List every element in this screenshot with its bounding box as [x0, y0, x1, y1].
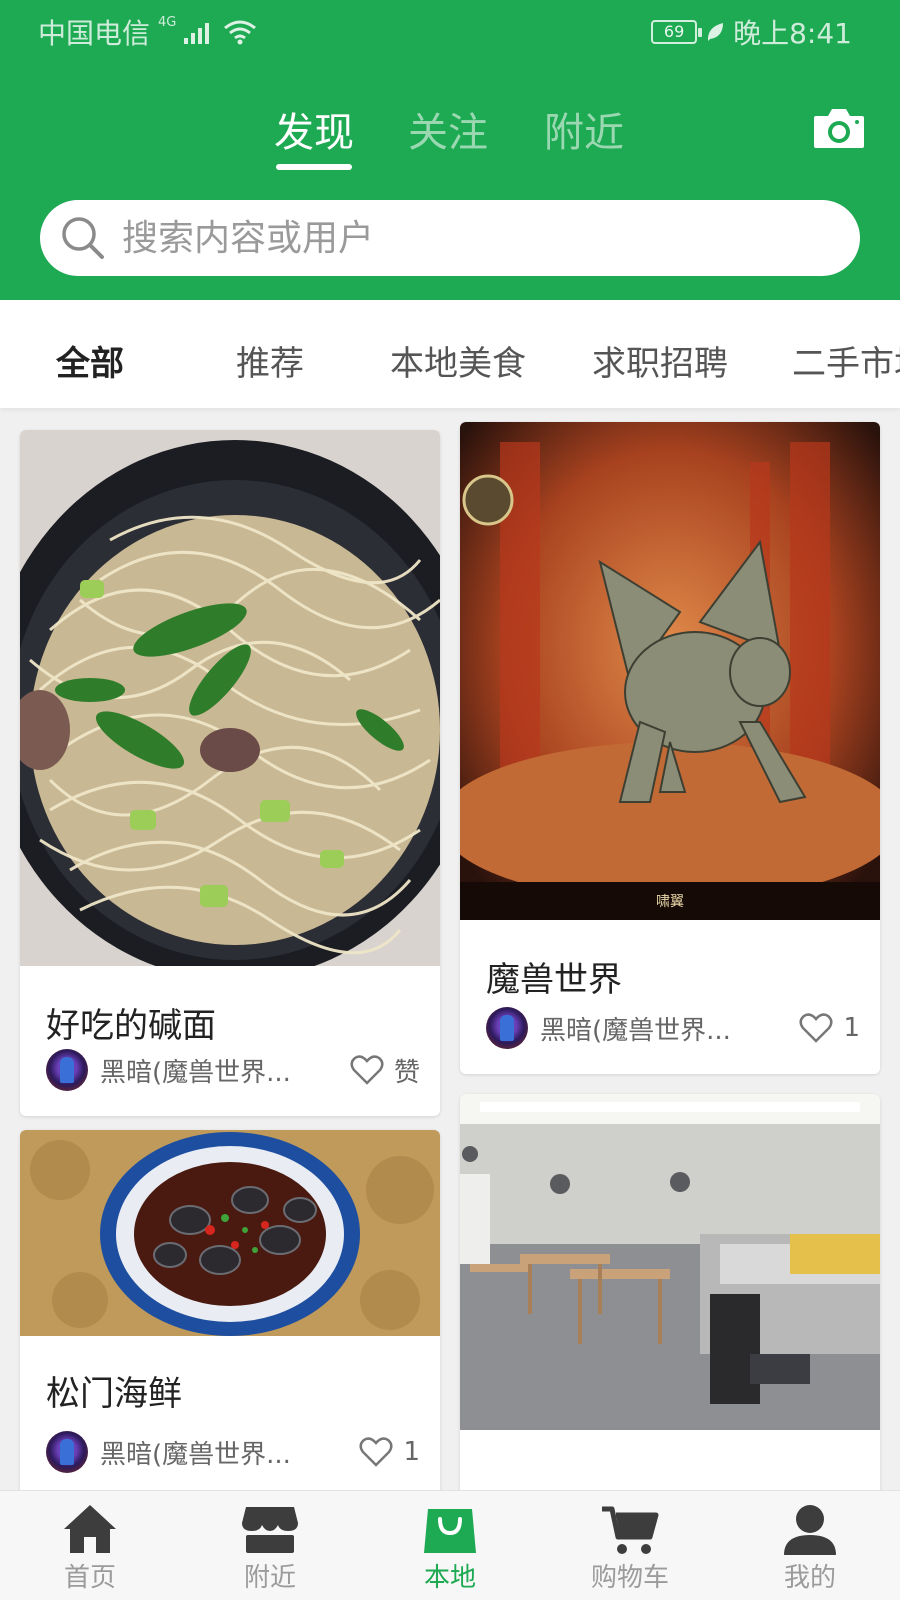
post-meta: 黑暗(魔兽世界... 1: [486, 1006, 860, 1050]
post-image-restaurant: [460, 1094, 880, 1430]
search-icon: [62, 217, 104, 259]
wifi-icon: [224, 20, 257, 45]
nav-cart[interactable]: 购物车: [540, 1491, 720, 1600]
post-author[interactable]: 黑暗(魔兽世界...: [100, 1052, 310, 1089]
avatar[interactable]: [46, 1431, 88, 1473]
nav-nearby[interactable]: 附近: [180, 1491, 360, 1600]
nav-label: 首页: [63, 1563, 116, 1593]
nav-home[interactable]: 首页: [0, 1491, 180, 1600]
category-bar: 全部 推荐 本地美食 求职招聘 二手市场: [0, 300, 900, 408]
bottom-nav: 首页 附近 本地 购物车 我的: [0, 1490, 900, 1600]
category-all[interactable]: 全部: [56, 336, 124, 385]
nav-label: 本地: [423, 1563, 476, 1593]
category-second-hand[interactable]: 二手市场: [792, 336, 900, 385]
search-bar[interactable]: [40, 200, 860, 276]
user-icon: [784, 1505, 836, 1555]
avatar[interactable]: [46, 1049, 88, 1091]
leaf-icon: [708, 23, 724, 41]
post-title: 好吃的碱面: [46, 1006, 216, 1046]
category-local-food[interactable]: 本地美食: [390, 336, 526, 385]
post-author[interactable]: 黑暗(魔兽世界...: [540, 1010, 750, 1047]
top-tabs: 发现 关注 附近: [0, 100, 900, 180]
shopping-bag-icon: [424, 1509, 476, 1553]
post-image-seafood: [20, 1130, 440, 1336]
feed: 好吃的碱面 黑暗(魔兽世界... 赞 啸翼 魔兽世界 黑暗(魔兽世界... 1 …: [0, 408, 900, 1490]
image-caption: 啸翼: [656, 894, 684, 910]
post-author[interactable]: 黑暗(魔兽世界...: [100, 1434, 310, 1471]
nav-profile[interactable]: 我的: [720, 1491, 900, 1600]
post-meta: 黑暗(魔兽世界... 赞: [46, 1048, 420, 1092]
like-button[interactable]: 赞: [350, 1052, 420, 1089]
status-left: 中国电信 4G: [38, 12, 257, 52]
post-title: 魔兽世界: [486, 960, 622, 1000]
clock: 晚上8:41: [733, 17, 852, 50]
category-jobs[interactable]: 求职招聘: [592, 336, 728, 385]
status-right: 69 晚上8:41: [651, 12, 852, 52]
heart-icon: [359, 1437, 393, 1467]
post-card[interactable]: 好吃的碱面 黑暗(魔兽世界... 赞: [20, 430, 440, 1116]
home-icon: [64, 1505, 116, 1553]
post-meta: 黑暗(魔兽世界... 1: [46, 1430, 420, 1474]
tab-discover[interactable]: 发现: [274, 100, 354, 170]
post-card[interactable]: 啸翼 魔兽世界 黑暗(魔兽世界... 1: [460, 422, 880, 1074]
nav-label: 附近: [243, 1563, 296, 1593]
post-card[interactable]: [460, 1094, 880, 1490]
store-icon: [242, 1507, 298, 1553]
network-type: 4G: [158, 14, 177, 30]
nav-label: 我的: [783, 1563, 836, 1593]
category-recommend[interactable]: 推荐: [236, 336, 304, 385]
camera-icon[interactable]: [812, 104, 866, 152]
tab-nearby[interactable]: 附近: [544, 100, 624, 158]
avatar[interactable]: [486, 1007, 528, 1049]
like-count: 1: [843, 1013, 860, 1043]
signal-icon: [184, 20, 210, 44]
post-image-noodles: [20, 430, 440, 966]
search-input[interactable]: [122, 217, 762, 259]
cart-icon: [602, 1506, 659, 1554]
nav-local[interactable]: 本地: [360, 1491, 540, 1600]
heart-icon: [350, 1055, 384, 1085]
like-button[interactable]: 1: [359, 1437, 420, 1467]
tab-follow[interactable]: 关注: [408, 100, 488, 158]
carrier-label: 中国电信: [38, 17, 151, 50]
post-image-dragon: 啸翼: [460, 422, 880, 920]
post-title: 松门海鲜: [46, 1374, 182, 1414]
post-card[interactable]: 松门海鲜 黑暗(魔兽世界... 1: [20, 1130, 440, 1490]
battery-icon: 69: [651, 20, 703, 44]
nav-label: 购物车: [590, 1563, 669, 1593]
app-header: 中国电信 4G 69 晚上8:41 发现 关注 附近: [0, 0, 900, 300]
like-count: 赞: [393, 1057, 420, 1088]
like-button[interactable]: 1: [799, 1013, 860, 1043]
status-bar: 中国电信 4G 69 晚上8:41: [0, 0, 900, 62]
like-count: 1: [403, 1437, 420, 1467]
heart-icon: [799, 1013, 833, 1043]
